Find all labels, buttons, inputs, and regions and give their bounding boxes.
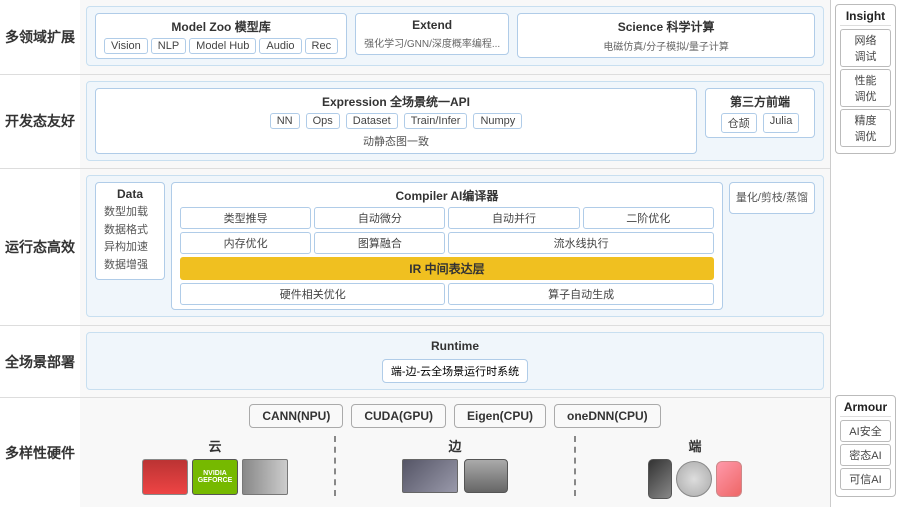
comp-tag-4: 二阶优化 <box>583 207 714 229</box>
runtime-title: Runtime <box>95 339 815 353</box>
insight-group: Insight 网络调试 性能调优 精度调优 <box>835 4 896 154</box>
extend-desc: 强化学习/GNN/深度概率编程... <box>364 35 500 50</box>
insight-item-3: 精度调优 <box>840 109 891 147</box>
tag-rec: Rec <box>305 38 339 54</box>
hw-section-edge: 边 <box>336 436 574 493</box>
comp-tag-5: 内存优化 <box>180 232 311 254</box>
ir-bar: IR 中间表达层 <box>180 257 714 280</box>
tag-audio: Audio <box>259 38 301 54</box>
row1-content: Model Zoo 模型库 Vision NLP Model Hub Audio… <box>86 6 824 66</box>
data-item-1: 数型加载 <box>104 204 156 222</box>
data-item-2: 数据格式 <box>104 222 156 240</box>
comp-tag-7: 流水线执行 <box>448 232 713 254</box>
data-item-3: 异构加速 <box>104 239 156 257</box>
chip-cuda: CUDA(GPU) <box>351 404 446 428</box>
extend-title: Extend <box>364 18 500 32</box>
armour-title: Armour <box>840 400 891 417</box>
row2-content: Expression 全场景统一API NN Ops Dataset Train… <box>86 81 824 161</box>
insight-item-2: 性能调优 <box>840 69 891 107</box>
hw-cat-edge: 边 <box>336 436 574 455</box>
row3-label: 运行态高效 <box>0 168 80 325</box>
right-panel: Insight 网络调试 性能调优 精度调优 Armour AI安全 密态AI … <box>830 0 900 507</box>
device-server-red <box>142 459 188 495</box>
row4-label: 全场景部署 <box>0 325 80 398</box>
expr-title: Expression 全场景统一API <box>104 93 688 110</box>
tag-traininfer: Train/Infer <box>404 113 468 129</box>
tag-ops: Ops <box>306 113 340 129</box>
compiler-block: Compiler AI编译器 类型推导 自动微分 自动并行 二阶优化 内存优化 … <box>171 182 723 310</box>
comp-tag-3: 自动并行 <box>448 207 579 229</box>
device-earbuds <box>676 461 712 497</box>
hw-item-1: 量化/剪枝/蒸馏 <box>736 187 808 209</box>
compiler-title: Compiler AI编译器 <box>180 187 714 204</box>
science-title: Science 科学计算 <box>526 18 806 35</box>
hw-items: 量化/剪枝/蒸馏 <box>736 187 808 209</box>
tag-nlp: NLP <box>151 38 186 54</box>
hw-cat-terminal: 端 <box>576 436 814 455</box>
tag-vision: Vision <box>104 38 148 54</box>
science-desc: 电磁仿真/分子模拟/量子计算 <box>526 38 806 53</box>
data-items: 数型加载 数据格式 异构加速 数据增强 <box>104 204 156 274</box>
insight-title: Insight <box>840 9 891 26</box>
device-router <box>464 459 508 493</box>
comp-tag-1: 类型推导 <box>180 207 311 229</box>
row4-content: Runtime 端-边-云全场景运行时系统 <box>86 332 824 390</box>
data-title: Data <box>104 187 156 201</box>
comp-tag-8: 硬件相关优化 <box>180 283 445 305</box>
armour-item-1: AI安全 <box>840 420 891 442</box>
expr-sub: 动静态图一致 <box>104 133 688 149</box>
comp-tag-6: 图算融合 <box>314 232 445 254</box>
hw-cat-cloud: 云 <box>96 436 334 455</box>
tag-julia: Julia <box>763 113 800 133</box>
modelzoo-title: Model Zoo 模型库 <box>104 18 338 35</box>
third-title: 第三方前端 <box>714 93 806 110</box>
tag-numpy: Numpy <box>473 113 522 129</box>
science-block: Science 科学计算 电磁仿真/分子模拟/量子计算 <box>517 13 815 58</box>
modelzoo-block: Model Zoo 模型库 Vision NLP Model Hub Audio… <box>95 13 347 59</box>
tag-modelhub: Model Hub <box>189 38 256 54</box>
chip-onednn: oneDNN(CPU) <box>554 404 661 428</box>
insight-item-1: 网络调试 <box>840 29 891 67</box>
runtime-sub: 端-边-云全场景运行时系统 <box>382 359 528 383</box>
data-block: Data 数型加载 数据格式 异构加速 数据增强 <box>95 182 165 279</box>
row3-content: Data 数型加载 数据格式 异构加速 数据增强 Compiler AI编译器 … <box>86 175 824 317</box>
row5-label: 多样性硬件 <box>0 397 80 507</box>
hardware-block: 量化/剪枝/蒸馏 <box>729 182 815 214</box>
device-nvidia: NVIDIAGEFORCE <box>192 459 238 495</box>
device-gpu-card <box>402 459 458 493</box>
armour-item-2: 密态AI <box>840 444 891 466</box>
device-tower <box>242 459 288 495</box>
hw-section-cloud: 云 NVIDIAGEFORCE <box>96 436 334 495</box>
tag-nn: NN <box>270 113 300 129</box>
tag-dataset: Dataset <box>346 113 398 129</box>
armour-item-3: 可信AI <box>840 468 891 490</box>
comp-tag-2: 自动微分 <box>314 207 445 229</box>
third-party-block: 第三方前端 仓颉 Julia <box>705 88 815 138</box>
tag-cangjie: 仓颉 <box>721 113 757 133</box>
device-watch <box>716 461 742 497</box>
armour-group: Armour AI安全 密态AI 可信AI <box>835 395 896 497</box>
hw-chips: CANN(NPU) CUDA(GPU) Eigen(CPU) oneDNN(CP… <box>86 404 824 428</box>
row2-label: 开发态友好 <box>0 74 80 169</box>
chip-cann: CANN(NPU) <box>249 404 343 428</box>
chip-eigen: Eigen(CPU) <box>454 404 546 428</box>
comp-tag-9: 算子自动生成 <box>448 283 713 305</box>
data-item-4: 数据增强 <box>104 257 156 275</box>
row1-label: 多领域扩展 <box>0 0 80 74</box>
hw-section-terminal: 端 <box>576 436 814 499</box>
device-phone <box>648 459 672 499</box>
expression-block: Expression 全场景统一API NN Ops Dataset Train… <box>95 88 697 154</box>
extend-block: Extend 强化学习/GNN/深度概率编程... <box>355 13 509 55</box>
